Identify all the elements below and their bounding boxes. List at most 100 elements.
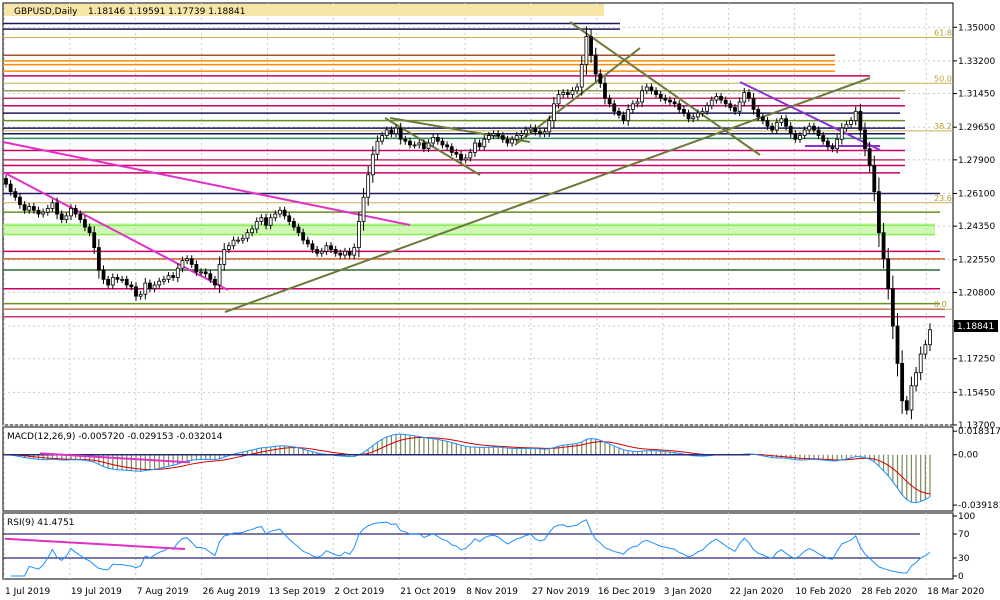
candle-body [742, 92, 747, 103]
candle-body [152, 284, 157, 290]
candle-body [612, 103, 617, 112]
candle-body [319, 250, 324, 254]
candle-body [505, 138, 510, 144]
y-tick-label: 1.33200 [958, 57, 995, 67]
candle-body [640, 90, 645, 103]
y-tick-label: 1.35000 [958, 23, 995, 33]
candle-body [92, 232, 97, 249]
candle-body [110, 277, 115, 286]
candle-body [380, 135, 385, 142]
candle-body [839, 127, 844, 140]
candle-body [69, 207, 73, 217]
x-tick-label: 13 Sep 2019 [268, 587, 325, 597]
candle-body [18, 196, 22, 206]
candle-body [807, 125, 812, 131]
y-tick-label: 1.15450 [958, 388, 995, 398]
fib-label: 50.0 [934, 74, 952, 83]
candle-body [863, 129, 867, 150]
candle-body [514, 135, 519, 140]
fib-label: 23.6 [934, 194, 952, 203]
candle-body [236, 239, 241, 242]
candle-body [565, 92, 570, 95]
macd-y-label: 0.018317 [958, 427, 1000, 437]
candle-body [551, 103, 556, 122]
candle-body [403, 138, 408, 142]
candle-body [584, 36, 589, 66]
x-tick-label: 19 Jul 2019 [71, 587, 122, 597]
candle-body [445, 144, 450, 148]
candle-body [454, 151, 459, 155]
candle-body [83, 219, 87, 228]
candle-body [73, 207, 78, 215]
candle-body [909, 385, 914, 411]
candle-body [760, 116, 765, 122]
candle-body [463, 157, 468, 161]
candle-body [398, 127, 403, 140]
x-tick-label: 21 Oct 2019 [400, 587, 456, 597]
y-tick-label: 1.24350 [958, 222, 995, 232]
candle-body [278, 209, 282, 215]
candle-body [343, 250, 347, 256]
candle-body [171, 275, 176, 278]
candle-body [700, 110, 705, 114]
candle-body [41, 211, 46, 215]
candle-body [417, 142, 422, 146]
candle-body [213, 278, 217, 286]
y-tick-label: 1.20800 [958, 288, 995, 298]
candle-body [812, 125, 816, 131]
candle-body [361, 196, 366, 222]
candle-body [626, 109, 631, 122]
chart-title: GBPUSD,Daily [14, 7, 78, 17]
candle-body [575, 86, 580, 92]
y-tick-label: 1.26100 [958, 189, 995, 199]
x-tick-label: 18 Mar 2020 [927, 587, 984, 597]
candle-body [22, 204, 27, 211]
x-tick-label: 27 Nov 2019 [532, 587, 590, 597]
candle-body [682, 109, 686, 114]
y-tick-label: 1.17250 [958, 355, 995, 365]
candle-body [607, 97, 612, 105]
candle-body [310, 243, 315, 250]
candle-body [668, 99, 672, 103]
candle-body [36, 209, 41, 215]
candle-body [240, 237, 245, 241]
candle-body [816, 129, 821, 136]
candle-body [802, 129, 807, 136]
candle-body [542, 131, 547, 135]
candle-body [78, 213, 83, 221]
candle-body [115, 277, 120, 280]
candle-body [500, 135, 505, 140]
candle-body [886, 258, 891, 290]
candle-body [59, 213, 64, 221]
candle-body [27, 206, 32, 211]
candle-body [895, 325, 900, 364]
candle-body [798, 135, 802, 140]
macd-y-label: -0.039181 [958, 501, 1000, 511]
candle-body [273, 213, 278, 219]
candle-body [333, 249, 338, 254]
candle-body [352, 247, 357, 256]
x-tick-label: 22 Jan 2020 [730, 587, 784, 597]
candle-body [254, 221, 259, 230]
candle-body [524, 129, 528, 135]
candle-body [821, 135, 826, 142]
candle-body [175, 267, 180, 278]
price-panel[interactable] [2, 2, 954, 426]
candle-body [538, 131, 542, 135]
candle-body [431, 137, 436, 144]
candle-body [765, 120, 770, 127]
gbpusd-chart[interactable]: 61.8 50.0 38.2 23.6 0.0 1 Jul 2019 19 Jul 201… [0, 0, 1000, 600]
candle-body [421, 142, 426, 150]
candle-body [733, 107, 737, 112]
candle-body [695, 112, 700, 118]
candle-body [570, 90, 575, 95]
candle-body [751, 97, 756, 110]
candle-body [663, 97, 668, 101]
candle-body [691, 116, 696, 120]
x-tick-label: 28 Feb 2020 [861, 587, 917, 597]
candle-body [784, 118, 788, 127]
candle-body [384, 129, 389, 136]
candle-body [440, 140, 445, 146]
candle-body [617, 110, 621, 116]
candle-body [268, 217, 273, 226]
